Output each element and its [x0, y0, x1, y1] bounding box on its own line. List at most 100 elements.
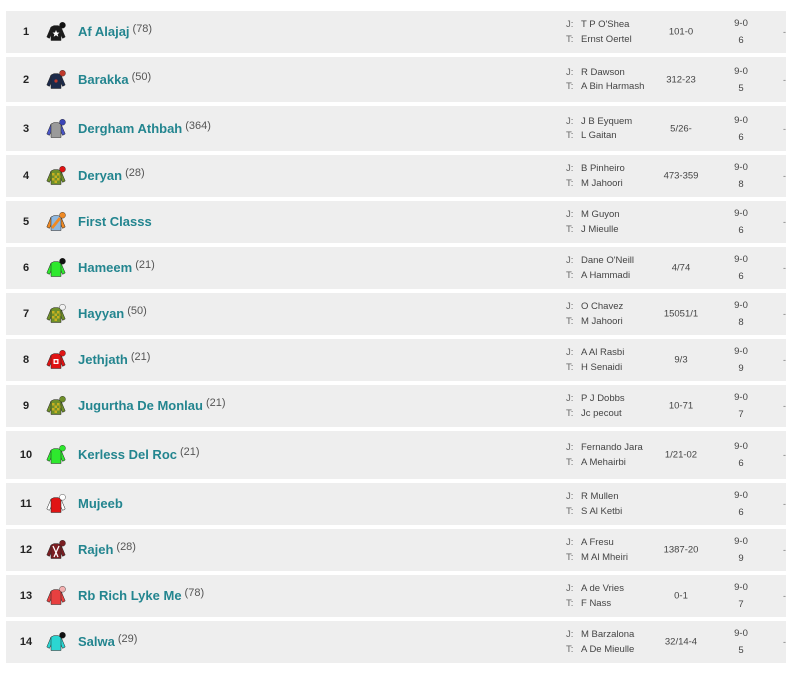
weight-draw: 9-0 5 — [728, 625, 754, 659]
horse-name-group: Rb Rich Lyke Me (78) — [78, 587, 204, 605]
horse-name-link[interactable]: Mujeeb — [78, 496, 123, 511]
runner-row[interactable]: 2 Barakka (50) J: R Dawson T: A Bin Harmash 312… — [6, 57, 786, 102]
draw: 6 — [738, 271, 744, 282]
jockey-silk-icon — [46, 258, 68, 278]
jockey-name: J B Eyquem — [581, 115, 633, 127]
recent-form: 101-0 — [668, 26, 694, 38]
jockey-name: M Guyon — [581, 209, 620, 220]
jockey-name: R Dawson — [581, 66, 625, 78]
jockey-line: J: M Barzalona — [566, 629, 646, 641]
runner-row[interactable]: 1 Af Alajaj (78) J: T P O'Shea T: Ernst Oertel… — [6, 11, 786, 53]
horse-name-link[interactable]: Dergham Athbah — [78, 121, 182, 136]
jockey-name: A Al Rasbi — [581, 347, 625, 358]
horse-name-group: Deryan (28) — [78, 167, 145, 185]
jockey-silk-icon — [46, 118, 68, 139]
jockey-name: T P O'Shea — [581, 19, 630, 30]
horse-name-link[interactable]: Jethjath — [78, 352, 128, 367]
runner-number: 14 — [19, 636, 33, 648]
trainer-label: T: — [566, 407, 574, 419]
jockey-silk-icon — [46, 212, 68, 232]
weight-draw: 9-0 6 — [728, 487, 754, 521]
jockey-line: J: Dane O'Neill — [566, 255, 646, 267]
horse-name-link[interactable]: Salwa — [78, 634, 115, 649]
trainer-line: T: J Mieulle — [566, 224, 646, 236]
weight: 9-0 — [734, 254, 748, 265]
runner-number: 9 — [22, 400, 30, 412]
trainer-label: T: — [566, 81, 574, 92]
trainer-line: T: L Gaitan — [566, 130, 646, 142]
runner-number: 6 — [22, 262, 30, 274]
trainer-label: T: — [566, 597, 574, 609]
runner-row[interactable]: 8 Jethjath (21) J: A Al Rasbi T: H Senaidi 9/3 9… — [6, 339, 786, 381]
horse-rating: (50) — [131, 70, 152, 83]
runner-row[interactable]: 4 Deryan (28) J: B Pinheiro T: M Jahoori 473-35… — [6, 155, 786, 197]
horse-name-link[interactable]: Hayyan — [78, 306, 124, 321]
trainer-label: T: — [566, 551, 574, 563]
jockey-trainer-block: J: A de Vries T: F Nass — [566, 583, 646, 609]
horse-name-link[interactable]: First Classs — [78, 214, 152, 229]
runner-row[interactable]: 11 Mujeeb J: R Mullen T: S Al Ketbi 9-0 6- — [6, 483, 786, 525]
runner-row[interactable]: 9 Jugurtha De Monlau (21) J: P J Dobbs T: Jc p… — [6, 385, 786, 427]
horse-name-group: First Classs — [78, 213, 152, 231]
draw: 6 — [738, 225, 744, 236]
runners-list: 1 Af Alajaj (78) J: T P O'Shea T: Ernst Oertel… — [6, 11, 786, 667]
jockey-trainer-block: J: T P O'Shea T: Ernst Oertel — [566, 19, 646, 45]
trainer-label: T: — [566, 315, 574, 327]
runner-row[interactable]: 13 Rb Rich Lyke Me (78) J: A de Vries T: F Nas… — [6, 575, 786, 617]
horse-name-group: Barakka (50) — [78, 71, 151, 89]
horse-name-link[interactable]: Hameem — [78, 260, 132, 275]
jockey-line: J: M Guyon — [566, 209, 646, 221]
jockey-label: J: — [566, 537, 574, 548]
jockey-label: J: — [566, 393, 574, 404]
trainer-name: A De Mieulle — [581, 643, 635, 655]
runner-row[interactable]: 6 Hameem (21) J: Dane O'Neill T: A Hammadi 4/74… — [6, 247, 786, 289]
horse-name-link[interactable]: Barakka — [78, 72, 129, 87]
runner-row[interactable]: 12 Rajeh (28) J: A Fresu T: M Al Mheiri 1387-20… — [6, 529, 786, 571]
runner-number: 13 — [19, 590, 33, 602]
jockey-label: J: — [566, 583, 574, 594]
horse-name-group: Hayyan (50) — [78, 305, 147, 323]
weight-draw: 9-0 8 — [728, 297, 754, 331]
horse-name-link[interactable]: Deryan — [78, 168, 122, 183]
jockey-trainer-block: J: A Fresu T: M Al Mheiri — [566, 537, 646, 563]
horse-name-group: Salwa (29) — [78, 633, 137, 651]
recent-form: 1/21-02 — [664, 449, 698, 461]
weight: 9-0 — [734, 208, 748, 219]
jockey-name: A Fresu — [581, 537, 614, 548]
jockey-trainer-block: J: Fernando Jara T: A Mehairbi — [566, 442, 646, 468]
horse-name-link[interactable]: Rajeh — [78, 542, 113, 557]
runner-number: 3 — [22, 122, 30, 135]
runner-number: 10 — [19, 449, 33, 461]
jockey-label: J: — [566, 442, 574, 453]
horse-name-link[interactable]: Kerless Del Roc — [78, 447, 177, 462]
runner-number: 5 — [22, 216, 30, 228]
recent-form: 9/3 — [674, 354, 688, 366]
weight-draw: 9-0 5 — [728, 63, 754, 97]
trainer-name: A Hammadi — [581, 269, 631, 281]
draw: 5 — [738, 645, 744, 656]
draw: 9 — [738, 553, 744, 564]
horse-name-link[interactable]: Rb Rich Lyke Me — [78, 588, 182, 603]
jockey-line: J: R Dawson — [566, 67, 646, 79]
recent-form: 10-71 — [668, 400, 694, 412]
horse-name-link[interactable]: Af Alajaj — [78, 24, 130, 39]
runner-row[interactable]: 5 First Classs J: M Guyon T: J Mieulle 9-0 6- — [6, 201, 786, 243]
jockey-trainer-block: J: M Guyon T: J Mieulle — [566, 209, 646, 235]
draw: 6 — [738, 507, 744, 518]
runner-number: 4 — [22, 170, 30, 182]
weight: 9-0 — [734, 582, 748, 593]
jockey-silk-icon — [46, 445, 68, 465]
trainer-line: T: A Hammadi — [566, 270, 646, 282]
trainer-line: T: A De Mieulle — [566, 644, 646, 656]
horse-name-link[interactable]: Jugurtha De Monlau — [78, 398, 203, 413]
trainer-name: L Gaitan — [581, 130, 617, 141]
runner-row[interactable]: 3 Dergham Athbah (364) J: J B Eyquem T: L Gait… — [6, 106, 786, 151]
trainer-name: J Mieulle — [581, 223, 619, 235]
recent-form: 312-23 — [666, 74, 696, 85]
weight-draw: 9-0 9 — [728, 343, 754, 377]
trainer-label: T: — [566, 223, 574, 235]
runner-row[interactable]: 10 Kerless Del Roc (21) J: Fernando Jara T: A … — [6, 431, 786, 479]
runner-row[interactable]: 14 Salwa (29) J: M Barzalona T: A De Mieulle 32… — [6, 621, 786, 663]
jockey-line: J: A Al Rasbi — [566, 347, 646, 359]
runner-row[interactable]: 7 Hayyan (50) J: O Chavez T: M Jahoori 15051/1 9… — [6, 293, 786, 335]
